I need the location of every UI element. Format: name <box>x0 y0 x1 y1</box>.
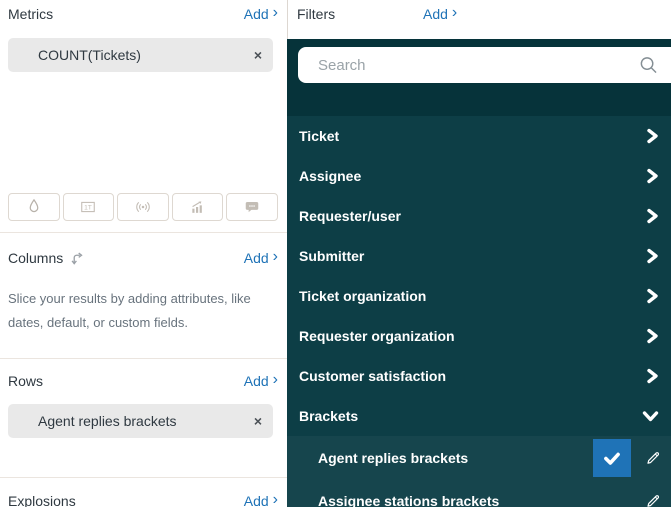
chevron-right-icon <box>647 168 658 184</box>
filter-attribute-row[interactable]: Assignee stations brackets <box>287 479 671 507</box>
explosions-add-button[interactable]: Add › <box>243 491 278 507</box>
chevron-right-icon <box>647 248 658 264</box>
columns-add-label: Add <box>243 250 269 266</box>
filter-category-row[interactable]: Ticket organization <box>287 276 671 316</box>
filter-category-row[interactable]: Brackets <box>287 396 671 436</box>
columns-description-line1: Slice your results by adding attributes,… <box>8 291 251 306</box>
search-icon <box>640 57 657 73</box>
filters-add-label: Add <box>423 6 448 22</box>
filter-category-row[interactable]: Requester organization <box>287 316 671 356</box>
filter-category-label: Requester/user <box>299 208 401 224</box>
metric-chip[interactable]: COUNT(Tickets) × <box>8 38 273 72</box>
row-chip-label: Agent replies brackets <box>38 413 177 429</box>
filter-attribute-label: Agent replies brackets <box>318 449 469 466</box>
rows-add-label: Add <box>243 373 269 389</box>
signal-icon-button[interactable] <box>117 193 169 221</box>
filter-category-label: Customer satisfaction <box>299 368 447 384</box>
chevron-right-icon <box>647 328 658 344</box>
search-box <box>298 47 671 83</box>
chevron-right-icon <box>647 368 658 384</box>
filter-category-label: Ticket organization <box>299 288 427 304</box>
filters-title: Filters <box>297 6 336 22</box>
chevron-right-icon: › <box>272 4 278 21</box>
columns-description-line2: dates, default, or custom fields. <box>8 315 188 330</box>
checkmark-icon <box>604 452 620 465</box>
brackets-attribute-list: Agent replies brackets Assignee stations… <box>287 436 671 507</box>
metric-display-toolbar: 1T <box>8 193 278 221</box>
filter-category-label: Submitter <box>299 248 365 264</box>
checked-checkbox[interactable] <box>593 438 631 477</box>
filters-add-button[interactable]: Add › <box>423 4 458 23</box>
filter-category-row[interactable]: Ticket <box>287 116 671 156</box>
metrics-title: Metrics <box>8 6 54 22</box>
filters-header: Filters Add › <box>287 0 671 39</box>
filter-category-row[interactable]: Assignee <box>287 156 671 196</box>
number-format-icon-button[interactable]: 1T <box>62 193 115 221</box>
pivot-swap-icon[interactable] <box>70 251 85 266</box>
row-chip[interactable]: Agent replies brackets × <box>8 404 273 438</box>
rows-section-header: Rows Add › <box>8 372 278 390</box>
filter-category-list: Ticket Assignee Requester/user Submitter… <box>287 116 671 436</box>
divider <box>0 358 287 359</box>
filter-category-row[interactable]: Submitter <box>287 236 671 276</box>
columns-title: Columns <box>8 250 64 266</box>
explore-query-builder: Metrics Add › COUNT(Tickets) × 1T Column… <box>0 0 671 507</box>
filter-category-row[interactable]: Customer satisfaction <box>287 356 671 396</box>
chevron-right-icon: › <box>451 4 458 21</box>
chevron-down-icon <box>642 411 659 422</box>
left-panel: Metrics Add › COUNT(Tickets) × 1T Column… <box>0 0 287 507</box>
droplet-icon <box>29 198 39 213</box>
filter-category-row[interactable]: Requester/user <box>287 196 671 236</box>
chevron-right-icon <box>647 208 658 224</box>
filter-attribute-row[interactable]: Agent replies brackets <box>287 436 671 479</box>
edit-pencil-icon[interactable] <box>645 450 661 466</box>
explosions-section-header: Explosions Add › <box>8 492 278 507</box>
explosions-add-label: Add <box>243 493 269 507</box>
chevron-right-icon: › <box>272 371 278 388</box>
filter-category-label: Assignee <box>299 168 362 184</box>
remove-metric-icon[interactable]: × <box>254 48 262 62</box>
trend-chart-icon-button[interactable] <box>171 193 224 221</box>
rows-add-button[interactable]: Add › <box>243 371 278 390</box>
filters-dropdown: Ticket Assignee Requester/user <box>287 39 671 507</box>
chevron-right-icon <box>647 288 658 304</box>
metrics-section-header: Metrics Add › <box>8 5 278 23</box>
columns-section-header: Columns Add › <box>8 249 278 267</box>
trend-chart-icon <box>191 201 202 213</box>
filter-category-label: Requester organization <box>299 328 455 344</box>
remove-row-icon[interactable]: × <box>254 414 262 428</box>
filter-attribute-label: Assignee stations brackets <box>318 492 500 507</box>
signal-icon <box>136 202 150 212</box>
chevron-right-icon: › <box>272 491 278 507</box>
columns-description: Slice your results by adding attributes,… <box>8 287 287 335</box>
chevron-right-icon <box>647 128 658 144</box>
droplet-icon-button[interactable] <box>8 193 60 221</box>
metric-chip-label: COUNT(Tickets) <box>38 47 141 63</box>
svg-text:1T: 1T <box>85 205 93 212</box>
filter-category-label: Brackets <box>299 408 359 424</box>
divider <box>0 232 287 233</box>
explosions-title: Explosions <box>8 493 76 507</box>
filter-category-label: Ticket <box>299 128 340 144</box>
divider <box>0 477 287 478</box>
edit-pencil-icon[interactable] <box>645 493 661 507</box>
comment-icon-button[interactable] <box>226 193 278 221</box>
rows-title: Rows <box>8 373 44 389</box>
chevron-right-icon: › <box>272 248 278 265</box>
comment-icon <box>245 202 259 213</box>
metrics-add-button[interactable]: Add › <box>243 4 278 23</box>
columns-add-button[interactable]: Add › <box>243 248 278 267</box>
number-format-icon: 1T <box>81 201 96 213</box>
search-input[interactable] <box>298 47 671 83</box>
metrics-add-label: Add <box>243 6 269 22</box>
